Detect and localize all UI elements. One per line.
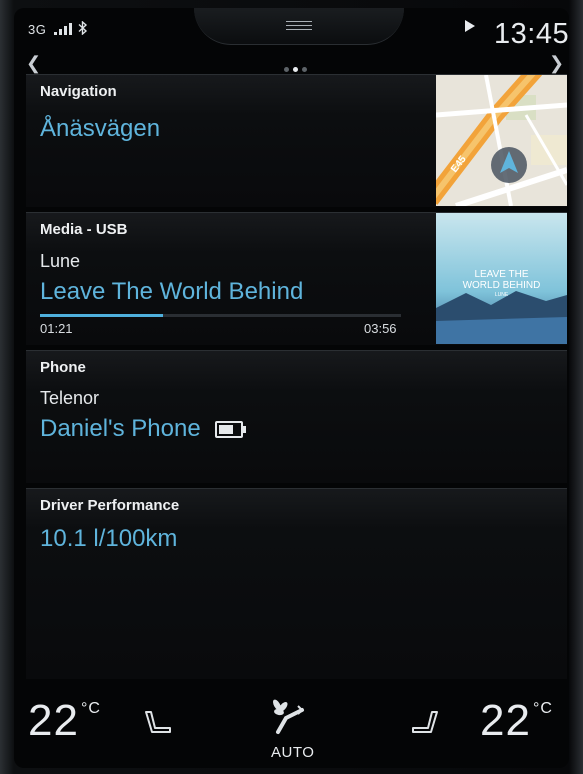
status-bar: 3G 13:45 bbox=[14, 8, 569, 58]
media-track: Leave The World Behind bbox=[40, 278, 304, 305]
map-thumbnail[interactable]: E45 bbox=[436, 75, 567, 206]
driver-performance-tile[interactable]: Driver Performance 10.1 l/100km bbox=[26, 488, 567, 679]
fuel-consumption-value: 10.1 l/100km bbox=[40, 525, 178, 552]
page-dot bbox=[302, 67, 307, 72]
phone-title: Phone bbox=[40, 359, 86, 376]
bluetooth-icon bbox=[78, 21, 88, 35]
fan-icon[interactable] bbox=[268, 698, 308, 738]
navigation-title: Navigation bbox=[40, 83, 117, 100]
temperature-unit: °C bbox=[80, 700, 101, 717]
right-temperature[interactable]: 22 °C bbox=[480, 696, 553, 746]
album-art[interactable]: LEAVE THE WORLD BEHIND LUNE bbox=[436, 213, 567, 344]
right-seat-heat-icon[interactable] bbox=[409, 706, 443, 740]
page-dot bbox=[284, 67, 289, 72]
navigation-destination: Ånäsvägen bbox=[40, 115, 161, 142]
chevron-left-icon[interactable]: ❮ bbox=[26, 53, 41, 74]
left-temperature[interactable]: 22 °C bbox=[28, 696, 101, 746]
phone-carrier: Telenor bbox=[40, 388, 100, 408]
center-display: 3G 13:45 ❮ ❯ Navigation Ånäsvägen E45 Me… bbox=[14, 8, 569, 768]
phone-device-row: Daniel's Phone bbox=[40, 415, 246, 443]
left-seat-heat-icon[interactable] bbox=[140, 706, 174, 740]
pull-down-handle[interactable] bbox=[194, 8, 404, 45]
phone-device-name: Daniel's Phone bbox=[40, 415, 201, 442]
navigation-tile[interactable]: Navigation Ånäsvägen E45 bbox=[26, 74, 567, 207]
grip-lines-icon bbox=[286, 21, 312, 31]
album-art-subtext: LUNE bbox=[494, 292, 509, 298]
media-progress-fill bbox=[40, 314, 163, 317]
play-status-icon bbox=[465, 20, 475, 32]
climate-bar: 22 °C AUTO 22 °C bbox=[14, 688, 569, 768]
left-temperature-value: 22 bbox=[28, 696, 79, 745]
media-tile[interactable]: Media - USB Lune Leave The World Behind … bbox=[26, 212, 567, 345]
chevron-right-icon[interactable]: ❯ bbox=[549, 53, 564, 74]
clock: 13:45 bbox=[494, 18, 569, 50]
album-art-text: LEAVE THE WORLD BEHIND bbox=[462, 269, 541, 291]
media-progress-bar[interactable] bbox=[40, 314, 401, 317]
map-image bbox=[436, 75, 567, 206]
fan-mode-label[interactable]: AUTO bbox=[271, 744, 314, 761]
media-elapsed: 01:21 bbox=[40, 321, 73, 336]
media-title: Media - USB bbox=[40, 221, 128, 238]
phone-tile[interactable]: Phone Telenor Daniel's Phone bbox=[26, 350, 567, 483]
page-dot-active bbox=[293, 67, 298, 72]
signal-bars-icon bbox=[54, 23, 72, 35]
right-temperature-value: 22 bbox=[480, 696, 531, 745]
media-duration: 03:56 bbox=[364, 321, 397, 336]
battery-icon bbox=[214, 421, 246, 439]
media-artist: Lune bbox=[40, 251, 81, 271]
temperature-unit: °C bbox=[532, 700, 553, 717]
network-type: 3G bbox=[28, 22, 47, 37]
driver-performance-title: Driver Performance bbox=[40, 497, 180, 514]
